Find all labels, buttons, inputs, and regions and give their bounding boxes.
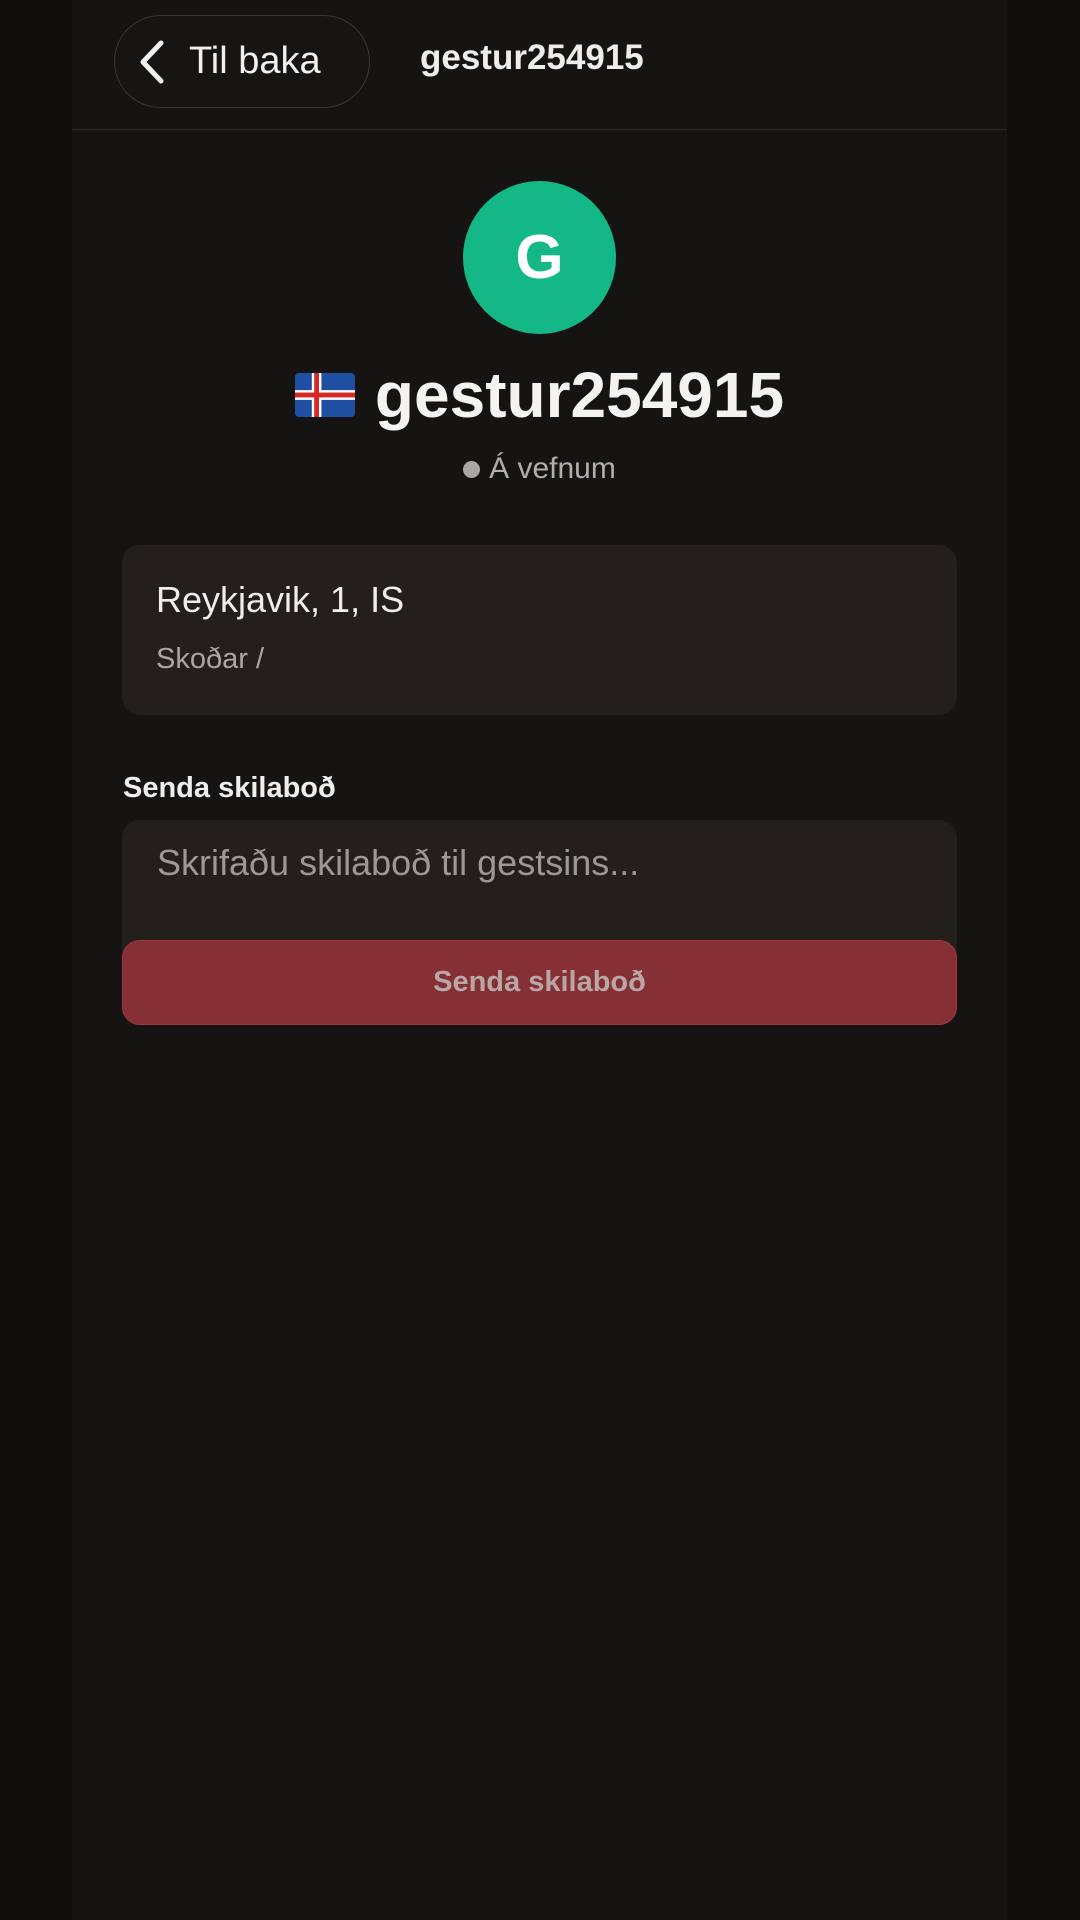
app-container: Til baka gestur254915 G gestur254915 Á v… [72, 0, 1007, 1920]
back-button[interactable]: Til baka [114, 15, 370, 108]
views-text: Skoðar / [156, 643, 264, 675]
send-message-button[interactable]: Senda skilaboð [122, 940, 957, 1025]
back-button-label: Til baka [189, 40, 321, 82]
page-title: gestur254915 [420, 38, 644, 77]
status-dot-icon [463, 460, 481, 478]
iceland-flag-icon [294, 373, 355, 417]
chevron-left-icon [140, 40, 164, 83]
message-input[interactable] [122, 820, 957, 960]
location-text: Reykjavik, 1, IS [156, 579, 405, 620]
avatar: G [463, 181, 616, 334]
top-header: Til baka gestur254915 [72, 0, 1007, 130]
send-message-heading: Senda skilaboð [123, 772, 336, 804]
username: gestur254915 [374, 359, 785, 431]
avatar-letter: G [515, 223, 564, 292]
status-indicator: Á vefnum [72, 452, 1007, 486]
status-text: Á vefnum [489, 452, 616, 485]
name-row: gestur254915 [72, 355, 1007, 435]
info-card: Reykjavik, 1, IS Skoðar / [122, 545, 957, 715]
